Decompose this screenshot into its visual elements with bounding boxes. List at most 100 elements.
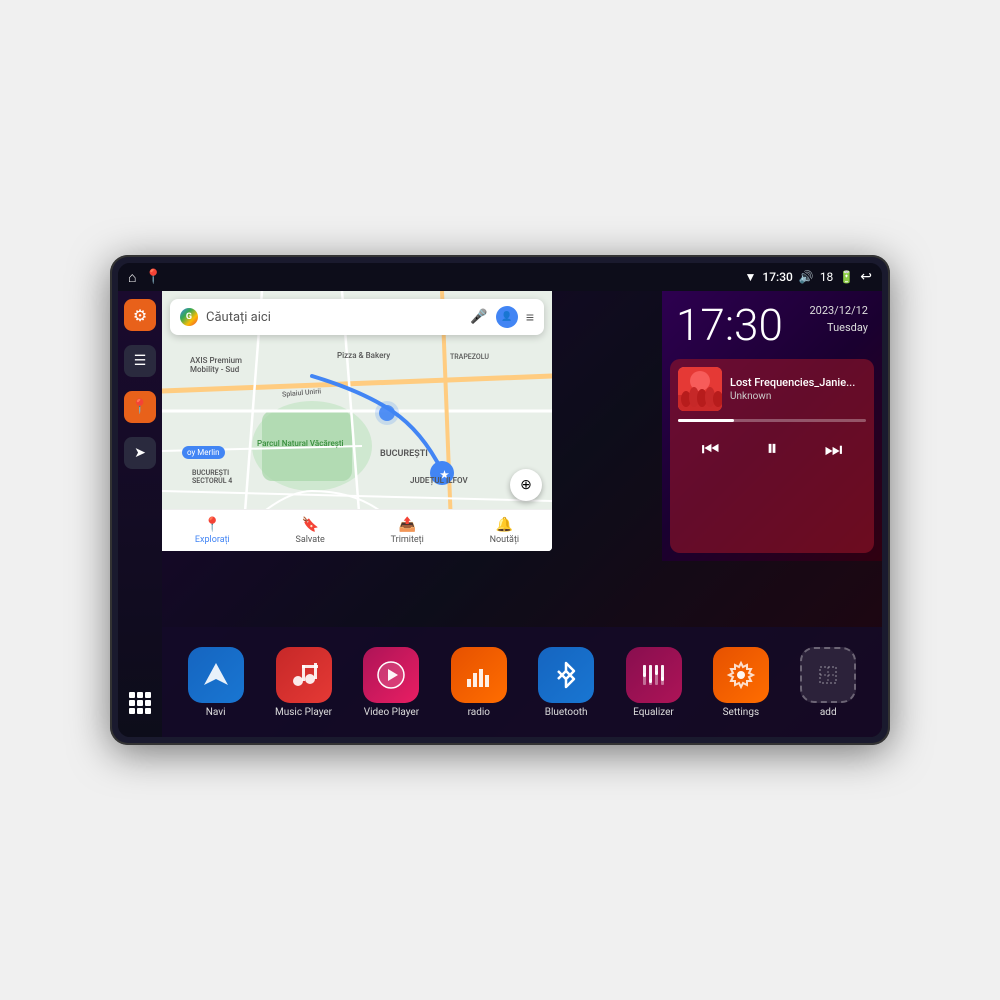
device-screen: ⌂ 📍 ▼ 17:30 🔊 18 🔋 ↩ [118,263,882,737]
music-player-icon-box [276,647,332,703]
map-tab-saved-label: Salvate [296,535,325,545]
music-player-widget: Lost Frequencies_Janie... Unknown ⏮ ⏸ ⏭ [670,359,874,553]
add-label: add [820,707,837,718]
map-background: ★ AXIS PremiumMobility - Sud Pizza & Bak… [162,291,552,551]
app-radio[interactable]: radio [451,647,507,718]
share-icon: 📤 [399,517,416,533]
battery-icon: 🔋 [839,270,854,284]
map-label-pizza: Pizza & Bakery [337,351,390,360]
music-title: Lost Frequencies_Janie... [730,376,866,389]
clock-date-value: 2023/12/12 [809,303,868,320]
video-player-icon-box [363,647,419,703]
navi-label: Navi [206,707,226,718]
wifi-icon: ▼ [745,270,757,284]
next-track-btn[interactable]: ⏭ [816,433,850,465]
sidebar-apps-btn[interactable] [124,687,156,719]
mic-icon[interactable]: 🎤 [470,309,487,325]
nav-arrow-icon: ➤ [134,445,146,461]
saved-icon: 🔖 [301,517,318,533]
music-text: Lost Frequencies_Janie... Unknown [730,376,866,402]
progress-bar-container[interactable] [678,419,866,422]
pause-btn[interactable]: ⏸ [758,432,785,465]
map-label-ilfov: JUDEȚUL ILFOV [410,476,468,485]
status-left: ⌂ 📍 [128,269,162,286]
app-video-player[interactable]: Video Player [363,647,419,718]
settings-label: Settings [723,707,760,718]
clock-display: 17:30 [676,303,783,347]
home-icon[interactable]: ⌂ [128,269,136,286]
radio-label: radio [468,707,490,718]
clock-area: 17:30 2023/12/12 Tuesday [662,291,882,355]
bluetooth-icon-box [538,647,594,703]
map-tab-share[interactable]: 📤 Trimiteți [391,517,424,545]
map-search-bar[interactable]: G Căutați aici 🎤 👤 ≡ [170,299,544,335]
user-avatar[interactable]: 👤 [496,306,518,328]
grid-apps-icon [129,692,151,714]
music-info: Lost Frequencies_Janie... Unknown [678,367,866,411]
maps-icon[interactable]: 📍 [144,269,161,285]
map-tab-share-label: Trimiteți [391,535,424,545]
map-tab-news[interactable]: 🔔 Noutăți [490,517,520,545]
sidebar-map-btn[interactable]: 📍 [124,391,156,423]
map-tab-news-label: Noutăți [490,535,520,545]
battery-level: 18 [820,270,834,284]
status-right: ▼ 17:30 🔊 18 🔋 ↩ [745,269,872,285]
map-pin-merlin: oy Merlin [182,446,225,459]
map-label-buc: BUCUREȘTI [380,449,428,459]
bluetooth-label: Bluetooth [545,707,588,718]
app-equalizer[interactable]: Equalizer [626,647,682,718]
map-label-sector4: BUCUREȘTISECTORUL 4 [192,469,232,485]
sidebar-nav-btn[interactable]: ➤ [124,437,156,469]
main-area: ⚙ ☰ 📍 ➤ [118,291,882,737]
music-artist: Unknown [730,391,866,402]
clock-day-value: Tuesday [809,320,868,337]
app-add[interactable]: add [800,647,856,718]
clock-date: 2023/12/12 Tuesday [809,303,868,336]
add-icon-box [800,647,856,703]
app-music-player[interactable]: Music Player [275,647,332,718]
left-sidebar: ⚙ ☰ 📍 ➤ [118,291,162,737]
progress-bar-fill [678,419,734,422]
map-tab-explore-label: Explorați [195,535,230,545]
map-bottom-tabs: 📍 Explorați 🔖 Salvate 📤 Trimiteți [162,509,552,551]
map-widget[interactable]: ★ AXIS PremiumMobility - Sud Pizza & Bak… [162,291,552,551]
navi-icon-box [188,647,244,703]
prev-track-btn[interactable]: ⏮ [693,433,727,465]
map-search-text: Căutați aici [206,310,462,325]
equalizer-label: Equalizer [633,707,674,718]
map-label-trapez: TRAPEZOLU [450,353,489,361]
center-content: ★ AXIS PremiumMobility - Sud Pizza & Bak… [162,291,882,737]
album-art [678,367,722,411]
settings-icon-box [713,647,769,703]
right-panel: 17:30 2023/12/12 Tuesday [662,291,882,561]
map-location-btn[interactable]: ⊕ [510,469,542,501]
volume-icon: 🔊 [799,270,814,284]
video-player-label: Video Player [364,707,419,718]
app-dock: Navi Music Player [162,627,882,737]
map-pin-icon: 📍 [131,399,148,415]
files-icon: ☰ [134,353,147,369]
explore-icon: 📍 [204,517,221,533]
location-crosshair-icon: ⊕ [520,477,532,493]
equalizer-icon-box [626,647,682,703]
news-icon: 🔔 [496,517,513,533]
status-bar: ⌂ 📍 ▼ 17:30 🔊 18 🔋 ↩ [118,263,882,291]
map-label-axis: AXIS PremiumMobility - Sud [190,356,242,374]
settings-icon: ⚙ [133,306,147,325]
map-label-park: Parcul Natural Văcărești [257,439,344,448]
google-maps-logo: G [180,308,198,326]
music-controls: ⏮ ⏸ ⏭ [678,432,866,465]
app-navi[interactable]: Navi [188,647,244,718]
map-menu-icon[interactable]: ≡ [526,309,534,326]
sidebar-settings-btn[interactable]: ⚙ [124,299,156,331]
radio-icon-box [451,647,507,703]
map-tab-explore[interactable]: 📍 Explorați [195,517,230,545]
back-icon[interactable]: ↩ [860,269,872,285]
app-bluetooth[interactable]: Bluetooth [538,647,594,718]
map-tab-saved[interactable]: 🔖 Salvate [296,517,325,545]
device-frame: ⌂ 📍 ▼ 17:30 🔊 18 🔋 ↩ [110,255,890,745]
music-player-label: Music Player [275,707,332,718]
app-settings[interactable]: Settings [713,647,769,718]
status-time: 17:30 [762,270,792,284]
sidebar-files-btn[interactable]: ☰ [124,345,156,377]
